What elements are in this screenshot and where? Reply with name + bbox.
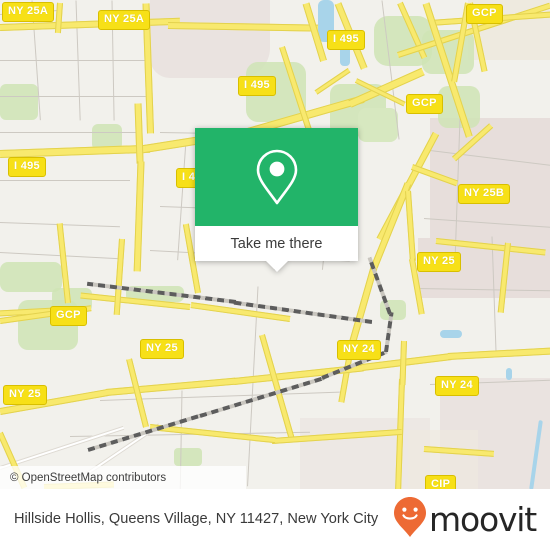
- map-screenshot: NY 25ANY 25AI 495GCPI 495GCPI 495I 495NY…: [0, 0, 550, 550]
- popup-header: [195, 128, 358, 226]
- map-area-water: [440, 330, 462, 338]
- map-street: [0, 132, 140, 133]
- map-shield: I 495: [238, 76, 276, 96]
- map-shield: GCP: [466, 4, 503, 24]
- location-title: Hillside Hollis, Queens Village, NY 1142…: [14, 510, 379, 527]
- map-canvas[interactable]: NY 25ANY 25AI 495GCPI 495GCPI 495I 495NY…: [0, 0, 550, 489]
- map-area-park: [174, 448, 202, 466]
- map-shield: NY 25: [417, 252, 461, 272]
- map-highway: [399, 340, 407, 386]
- map-shield: NY 24: [435, 376, 479, 396]
- map-shield: I 495: [8, 157, 46, 177]
- map-shield: NY 25A: [98, 10, 151, 30]
- take-me-there-label: Take me there: [230, 235, 323, 252]
- map-highway: [405, 190, 416, 262]
- map-street: [0, 60, 150, 61]
- map-pin-icon: [253, 147, 301, 207]
- map-area-park: [358, 108, 398, 142]
- attribution-bar: © OpenStreetMap contributors: [0, 466, 246, 489]
- map-shield: NY 25A: [2, 2, 55, 22]
- footer-bar: Hillside Hollis, Queens Village, NY 1142…: [0, 489, 550, 550]
- map-area-park: [0, 84, 38, 120]
- map-highway: [0, 144, 151, 158]
- map-shield: GCP: [50, 306, 87, 326]
- moovit-brand[interactable]: moovit: [393, 496, 550, 543]
- location-popup[interactable]: Take me there: [195, 128, 358, 272]
- map-shield: NY 25: [140, 339, 184, 359]
- map-street: [0, 96, 150, 97]
- map-highway: [447, 347, 550, 360]
- popup-pointer: [265, 261, 288, 272]
- attribution-text: © OpenStreetMap contributors: [10, 471, 167, 484]
- map-shield: NY 25: [3, 385, 47, 405]
- map-shield: I 495: [327, 30, 365, 50]
- popup-action[interactable]: Take me there: [195, 226, 358, 261]
- map-shield: NY 25B: [458, 184, 511, 204]
- map-highway: [105, 377, 236, 396]
- map-area-water: [506, 368, 512, 380]
- map-highway: [113, 238, 125, 316]
- moovit-wordmark: moovit: [429, 500, 537, 539]
- map-highway: [133, 161, 145, 272]
- map-highway: [338, 352, 353, 403]
- map-shield: GCP: [406, 94, 443, 114]
- map-highway: [134, 103, 144, 164]
- map-shield: CIP: [425, 475, 457, 489]
- map-shield: NY 24: [337, 340, 381, 360]
- map-area-park: [0, 262, 62, 292]
- moovit-smiley-pin-icon: [393, 496, 427, 543]
- map-street: [0, 180, 130, 181]
